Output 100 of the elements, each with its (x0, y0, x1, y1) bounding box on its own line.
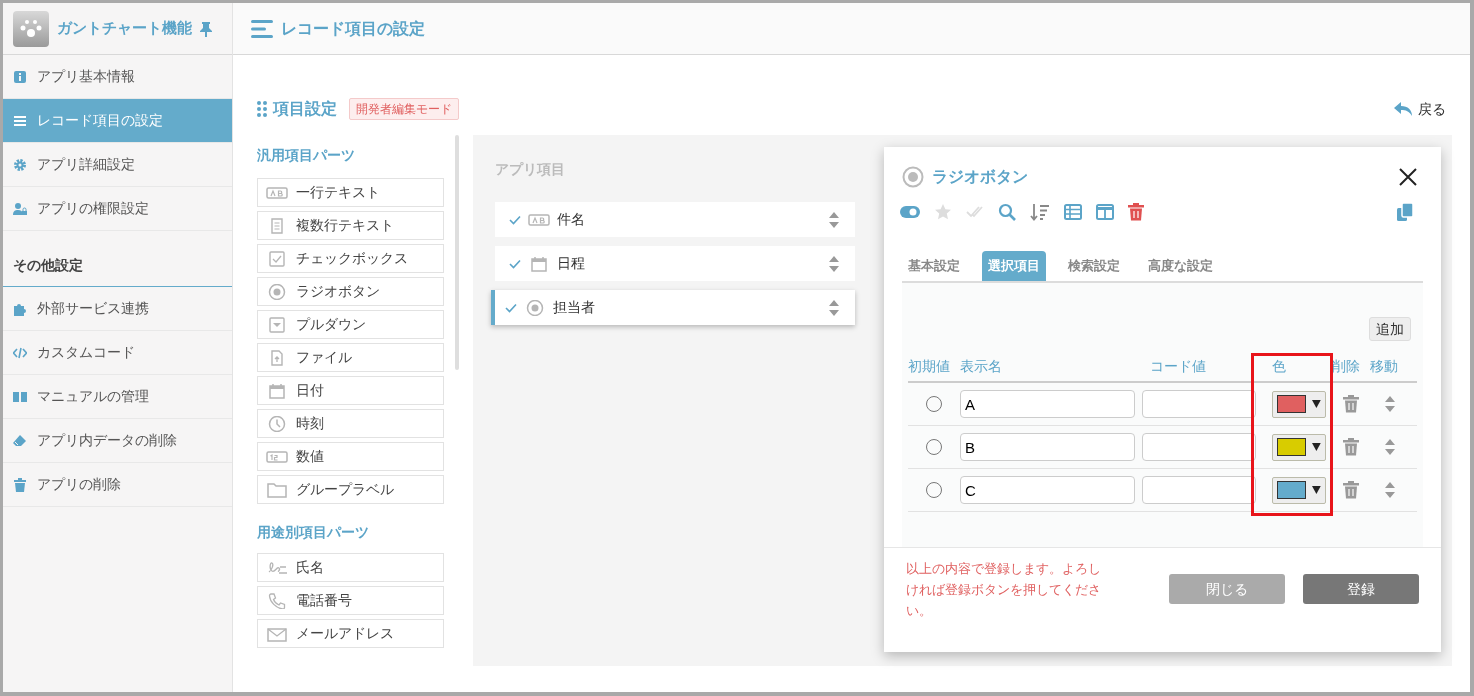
check-icon (505, 302, 517, 313)
close-button[interactable] (1399, 168, 1417, 186)
field-part[interactable]: 日付 (257, 376, 444, 405)
sidebar-item[interactable]: カスタムコード (3, 331, 232, 375)
sidebar-item[interactable]: 外部サービス連携 (3, 287, 232, 331)
caret-icon (1312, 443, 1321, 451)
caret-icon (1312, 400, 1321, 408)
reorder-icon[interactable] (829, 211, 839, 228)
book-icon (13, 389, 27, 404)
return-arrow-icon (1394, 102, 1412, 116)
number-field-icon (266, 448, 288, 465)
phone-icon (268, 592, 286, 609)
trash-icon[interactable] (1128, 203, 1144, 221)
field-part[interactable]: 数値 (257, 442, 444, 471)
code-value-field[interactable] (1142, 433, 1256, 461)
scrollbar[interactable] (455, 135, 459, 370)
calendar-icon (531, 255, 547, 272)
column-header: 表示名 (960, 357, 1003, 376)
field-part[interactable]: 複数行テキスト (257, 211, 444, 240)
sidebar-item[interactable]: アプリの削除 (3, 463, 232, 507)
text-field-icon (266, 184, 288, 201)
field-part[interactable]: チェックボックス (257, 244, 444, 273)
add-button[interactable]: 追加 (1369, 317, 1411, 341)
register-button[interactable]: 登録 (1303, 574, 1419, 604)
sidebar-item[interactable]: マニュアルの管理 (3, 375, 232, 419)
dropdown-icon (269, 316, 285, 333)
caret-icon (1312, 486, 1321, 494)
reorder-icon[interactable] (829, 255, 839, 272)
field-part[interactable]: 一行テキスト (257, 178, 444, 207)
radio-icon (268, 283, 286, 300)
double-check-icon[interactable] (966, 204, 984, 220)
reorder-icon[interactable] (1385, 482, 1395, 498)
column-header: 移動 (1370, 357, 1399, 376)
trash-icon (13, 477, 27, 492)
reorder-icon[interactable] (1385, 396, 1395, 412)
sidebar-item[interactable]: アプリ詳細設定 (3, 143, 232, 187)
table-icon[interactable] (1064, 204, 1082, 220)
dialog-title: ラジオボタン (932, 167, 1028, 187)
search-icon[interactable] (998, 203, 1016, 221)
display-name-field[interactable]: A (960, 390, 1135, 418)
puzzle-icon (13, 301, 27, 316)
sort-icon[interactable] (1030, 203, 1050, 221)
color-picker[interactable] (1272, 390, 1326, 418)
reorder-icon[interactable] (829, 299, 839, 316)
field-part[interactable]: ラジオボタン (257, 277, 444, 306)
clock-icon (268, 415, 286, 432)
columns-icon[interactable] (1096, 204, 1114, 220)
check-icon (509, 258, 521, 269)
calendar-icon (269, 382, 285, 399)
column-header: コード値 (1149, 357, 1207, 376)
page-title: レコード項目の設定 (281, 18, 425, 39)
app-item-row[interactable]: 件名 (495, 202, 855, 237)
color-picker[interactable] (1272, 433, 1326, 461)
parts-heading: 用途別項目パーツ (257, 523, 370, 542)
reorder-icon[interactable] (1385, 439, 1395, 455)
field-part[interactable]: メールアドレス (257, 619, 444, 648)
field-part[interactable]: グループラベル (257, 475, 444, 504)
document-icon (270, 217, 284, 234)
column-header: 初期値 (908, 357, 951, 376)
column-header: 削除 (1332, 357, 1361, 376)
color-picker[interactable] (1272, 476, 1326, 504)
star-icon[interactable] (934, 203, 952, 221)
field-part[interactable]: 電話番号 (257, 586, 444, 615)
menu-icon (251, 19, 273, 38)
field-part[interactable]: 時刻 (257, 409, 444, 438)
toggle-switch[interactable] (900, 206, 920, 218)
code-icon (13, 345, 27, 360)
sidebar-item[interactable]: アプリの権限設定 (3, 187, 232, 231)
grip-icon (257, 101, 267, 117)
radio-icon (526, 299, 544, 316)
check-icon (509, 214, 521, 225)
app-item-row[interactable]: 担当者 (491, 290, 855, 325)
field-part[interactable]: プルダウン (257, 310, 444, 339)
mode-badge: 開発者編集モード (349, 98, 459, 120)
code-value-field[interactable] (1142, 476, 1256, 504)
field-part[interactable]: ファイル (257, 343, 444, 372)
settings-tab[interactable]: 検索設定 (1062, 251, 1126, 281)
display-name-field[interactable]: B (960, 433, 1135, 461)
field-part[interactable]: 氏名 (257, 553, 444, 582)
sidebar-item[interactable]: アプリ内データの削除 (3, 419, 232, 463)
section-title: 項目設定 (273, 99, 337, 119)
app-item-row[interactable]: 日程 (495, 246, 855, 281)
app-title: ガントチャート機能 (57, 18, 192, 39)
folder-icon (267, 481, 287, 498)
pin-icon[interactable] (200, 20, 212, 37)
settings-tab[interactable]: 基本設定 (902, 251, 966, 281)
column-header: 色 (1271, 357, 1287, 376)
code-value-field[interactable] (1142, 390, 1256, 418)
panel-heading: アプリ項目 (495, 160, 566, 179)
display-name-field[interactable]: C (960, 476, 1135, 504)
copy-icon[interactable] (1397, 203, 1413, 221)
trash-icon[interactable] (1343, 395, 1359, 413)
user-lock-icon (13, 201, 27, 216)
trash-icon[interactable] (1343, 481, 1359, 499)
back-link[interactable]: 戻る (1394, 98, 1446, 120)
settings-tab[interactable]: 高度な設定 (1142, 251, 1219, 281)
text-field-icon (528, 211, 550, 228)
trash-icon[interactable] (1343, 438, 1359, 456)
gear-icon (13, 157, 27, 172)
confirmation-message: 以上の内容で登録します。よろしければ登録ボタンを押してください。 (906, 560, 1102, 620)
